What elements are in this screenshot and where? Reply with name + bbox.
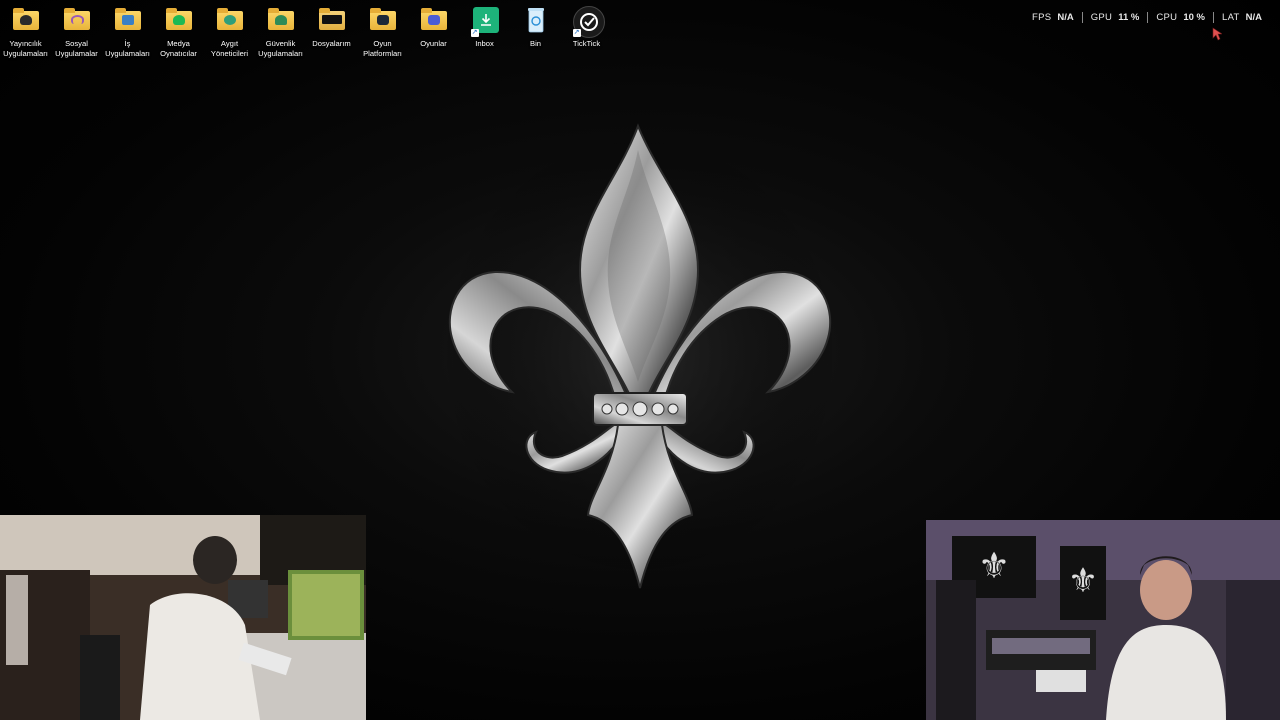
desktop-icon-label: Oyunlar xyxy=(420,39,447,48)
social-apps-folder-icon xyxy=(63,6,91,34)
svg-text:⚜: ⚜ xyxy=(1068,561,1098,601)
fps-value: N/A xyxy=(1057,12,1074,23)
cpu-stat: CPU 10 % xyxy=(1147,12,1213,23)
desktop-icon-device-managers[interactable]: Aygıt Yöneticileri xyxy=(204,4,255,59)
desktop-icon-label: Yayıncılık Uygulamaları xyxy=(3,39,48,58)
business-apps-folder-icon xyxy=(114,6,142,34)
desktop-icon-games[interactable]: Oyunlar xyxy=(408,4,459,59)
desktop-icon-streaming-apps[interactable]: Yayıncılık Uygulamaları xyxy=(0,4,51,59)
desktop-icon-inbox[interactable]: ↗ Inbox xyxy=(459,4,510,59)
lat-label: LAT xyxy=(1222,12,1240,23)
inbox-download-icon: ↗ xyxy=(470,6,499,37)
mouse-cursor-icon xyxy=(1212,27,1222,41)
gpu-stat: GPU 11 % xyxy=(1081,12,1148,23)
desktop-icon-business-apps[interactable]: İş Uygulamaları xyxy=(102,4,153,59)
shortcut-arrow-icon: ↗ xyxy=(470,29,479,37)
lat-stat: LAT N/A xyxy=(1213,12,1270,23)
device-managers-folder-icon xyxy=(216,6,244,34)
lat-value: N/A xyxy=(1245,12,1262,23)
shortcut-arrow-icon: ↗ xyxy=(572,29,581,37)
svg-text:⚜: ⚜ xyxy=(978,546,1010,587)
fps-label: FPS xyxy=(1031,12,1052,23)
my-files-folder-icon xyxy=(318,6,346,34)
security-apps-folder-icon xyxy=(267,6,295,34)
desktop-icon-label: Aygıt Yöneticileri xyxy=(210,39,249,58)
desktop-icon-social-apps[interactable]: Sosyal Uygulamalar xyxy=(51,4,102,59)
face-camera-feed: ⚜ ⚜ xyxy=(926,520,1280,720)
desktop-icon-label: TickTick xyxy=(572,39,601,48)
recycle-bin-icon xyxy=(522,6,550,34)
cpu-value: 10 % xyxy=(1183,12,1205,23)
performance-overlay: FPS N/A GPU 11 % CPU 10 % LAT N/A xyxy=(1024,12,1270,23)
media-players-folder-icon xyxy=(165,6,193,34)
streaming-apps-folder-icon xyxy=(12,6,40,34)
desktop-icon-label: Inbox xyxy=(475,39,494,48)
desktop-icon-my-files[interactable]: Dosyalarım xyxy=(306,4,357,59)
desktop-icon-label: Güvenlik Uygulamaları xyxy=(258,39,303,58)
room-camera-feed xyxy=(0,515,366,720)
desktop-icon-label: Oyun Platformları xyxy=(363,39,402,58)
desktop-icon-ticktick[interactable]: ↗ TickTick xyxy=(561,4,612,59)
desktop-icons: Yayıncılık Uygulamaları Sosyal Uygulamal… xyxy=(0,4,612,59)
cpu-label: CPU xyxy=(1156,12,1178,23)
desktop-icon-label: Dosyalarım xyxy=(312,39,351,48)
fps-stat: FPS N/A xyxy=(1024,12,1082,23)
desktop-icon-media-players[interactable]: Medya Oynatıcılar xyxy=(153,4,204,59)
desktop-icon-security-apps[interactable]: Güvenlik Uygulamaları xyxy=(255,4,306,59)
fleur-de-lis-emblem xyxy=(440,123,840,589)
ticktick-app-icon: ↗ xyxy=(572,6,605,38)
desktop-icon-label: Sosyal Uygulamalar xyxy=(55,39,98,58)
games-folder-icon xyxy=(420,6,448,34)
gpu-label: GPU xyxy=(1090,12,1113,23)
gpu-value: 11 % xyxy=(1118,12,1140,23)
desktop-icon-label: İş Uygulamaları xyxy=(105,39,150,58)
desktop-icon-label: Medya Oynatıcılar xyxy=(160,39,197,58)
desktop-icon-game-platforms[interactable]: Oyun Platformları xyxy=(357,4,408,59)
desktop-icon-bin[interactable]: Bin xyxy=(510,4,561,59)
desktop-icon-label: Bin xyxy=(530,39,541,48)
game-platforms-folder-icon xyxy=(369,6,397,34)
